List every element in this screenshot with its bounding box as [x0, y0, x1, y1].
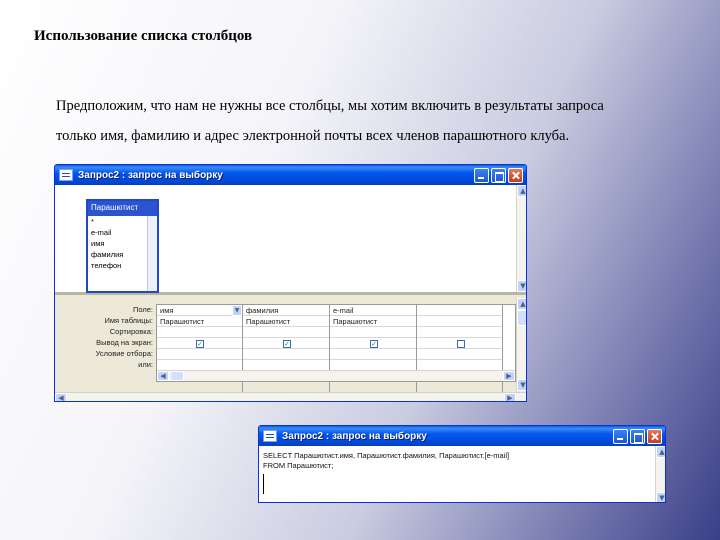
grid-hscroll[interactable]: ◀ ▶	[157, 370, 515, 381]
window2-titlebar[interactable]: Запрос2 : запрос на выборку	[259, 426, 665, 446]
scroll-right-icon[interactable]: ▶	[503, 371, 515, 381]
intro-paragraph-line-1: Предположим, что нам не нужны все столбц…	[56, 98, 604, 114]
row-label-field: Поле:	[132, 305, 153, 314]
grid-cell-criteria[interactable]	[157, 349, 242, 360]
scroll-down-icon[interactable]: ▼	[517, 280, 526, 292]
grid-cell-field[interactable]: фамилия	[243, 305, 329, 316]
scroll-right-icon[interactable]: ▶	[504, 393, 516, 401]
scroll-down-icon[interactable]: ▼	[517, 379, 526, 391]
qbe-grid: имя ▼ Парашютист ✓ фамилия Парашютист ✓	[156, 304, 516, 395]
minimize-button[interactable]	[474, 167, 489, 183]
dropdown-arrow-icon[interactable]: ▼	[232, 305, 242, 316]
grid-cell-field[interactable]	[417, 305, 502, 316]
grid-column[interactable]: фамилия Парашютист ✓	[243, 305, 330, 395]
field-list-scrollbar[interactable]	[147, 216, 157, 291]
grid-cell-table[interactable]: Парашютист	[243, 316, 329, 327]
scroll-thumb[interactable]	[517, 310, 526, 326]
grid-column[interactable]: e-mail Парашютист ✓	[330, 305, 417, 395]
grid-vscroll[interactable]: ▲ ▼	[516, 298, 526, 391]
window1-titlebar[interactable]: Запрос2 : запрос на выборку	[55, 165, 526, 185]
qbe-grid-pane: Поле: Имя таблицы: Сортировка: Вывод на …	[55, 298, 526, 401]
app-icon	[59, 169, 73, 181]
sql-vscroll[interactable]: ▲ ▼	[655, 446, 665, 502]
checkbox-icon[interactable]: ✓	[283, 340, 291, 348]
scroll-left-icon[interactable]: ◀	[157, 371, 169, 381]
pane-hscroll[interactable]: ◀ ▶	[55, 392, 526, 401]
grid-column[interactable]: ✓	[417, 305, 503, 395]
field-list-parashutist[interactable]: Парашютист * e-mail имя фамилия телефон	[86, 199, 159, 293]
row-label-sort: Сортировка:	[109, 327, 153, 336]
grid-cell-sort[interactable]	[243, 327, 329, 338]
grid-column[interactable]: имя ▼ Парашютист ✓	[157, 305, 243, 395]
query-design-window: Запрос2 : запрос на выборку Парашютист *…	[54, 164, 527, 402]
grid-cell-criteria[interactable]	[330, 349, 416, 360]
maximize-button[interactable]	[491, 167, 506, 183]
grid-cell-sort[interactable]	[417, 327, 502, 338]
scroll-thumb[interactable]	[170, 371, 184, 381]
row-label-show: Вывод на экран:	[96, 338, 153, 347]
grid-cell-table[interactable]	[417, 316, 502, 327]
grid-cell-table[interactable]: Парашютист	[157, 316, 242, 327]
scroll-up-icon[interactable]: ▲	[517, 298, 526, 310]
close-button[interactable]	[647, 428, 662, 444]
field-list-title[interactable]: Парашютист	[88, 201, 157, 216]
minimize-button[interactable]	[613, 428, 628, 444]
row-label-or: или:	[138, 360, 153, 369]
checkbox-icon[interactable]: ✓	[370, 340, 378, 348]
scroll-left-icon[interactable]: ◀	[55, 393, 67, 401]
intro-paragraph-line-2: только имя, фамилию и адрес электронной …	[56, 128, 570, 144]
row-label-table: Имя таблицы:	[104, 316, 153, 325]
scroll-down-icon[interactable]: ▼	[656, 492, 665, 502]
scroll-up-icon[interactable]: ▲	[517, 185, 526, 197]
checkbox-icon[interactable]: ✓	[196, 340, 204, 348]
grid-cell-criteria[interactable]	[417, 349, 502, 360]
table-pane-scrollbar[interactable]: ▲ ▼	[516, 185, 526, 292]
window2-title: Запрос2 : запрос на выборку	[282, 430, 427, 442]
grid-cell-sort[interactable]	[330, 327, 416, 338]
scroll-up-icon[interactable]: ▲	[656, 446, 665, 458]
checkbox-icon[interactable]: ✓	[457, 340, 465, 348]
sql-line-1[interactable]: SELECT Парашютист.имя, Парашютист.фамили…	[263, 451, 509, 461]
window1-title: Запрос2 : запрос на выборку	[78, 169, 223, 181]
grid-cell-field[interactable]: имя	[157, 305, 242, 316]
table-pane: Парашютист * e-mail имя фамилия телефон …	[55, 185, 526, 295]
slide-title: Использование списка столбцов	[34, 28, 253, 44]
text-cursor	[263, 474, 264, 494]
grid-cell-field[interactable]: e-mail	[330, 305, 416, 316]
app-icon	[263, 430, 277, 442]
row-labels: Поле: Имя таблицы: Сортировка: Вывод на …	[55, 304, 153, 376]
row-label-criteria: Условие отбора:	[95, 349, 153, 358]
sql-editor[interactable]: SELECT Парашютист.имя, Парашютист.фамили…	[259, 446, 665, 502]
sql-view-window: Запрос2 : запрос на выборку SELECT Параш…	[258, 425, 666, 503]
sql-line-2[interactable]: FROM Парашютист;	[263, 461, 333, 471]
grid-cell-table[interactable]: Парашютист	[330, 316, 416, 327]
close-button[interactable]	[508, 167, 523, 183]
grid-cell-criteria[interactable]	[243, 349, 329, 360]
maximize-button[interactable]	[630, 428, 645, 444]
grid-cell-sort[interactable]	[157, 327, 242, 338]
